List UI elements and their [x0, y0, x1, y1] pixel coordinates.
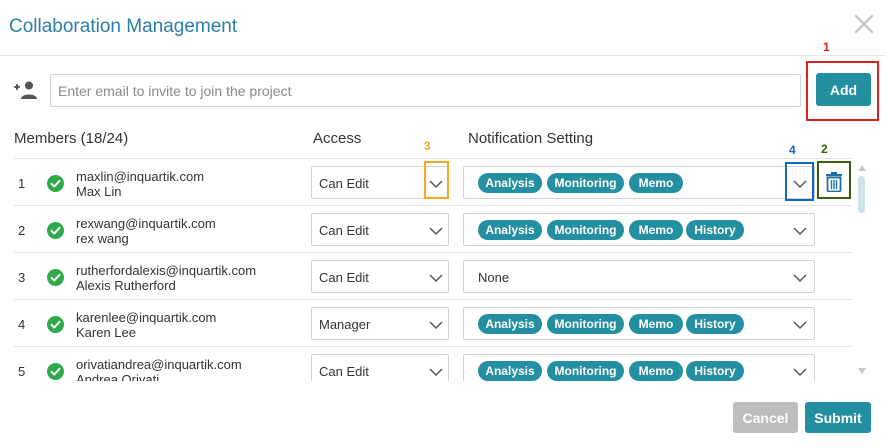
tag-analysis: Analysis — [478, 173, 542, 193]
tag-memo: Memo — [629, 173, 683, 193]
annotation-number-4: 4 — [789, 143, 796, 157]
tag-monitoring: Monitoring — [547, 314, 624, 334]
member-name: Max Lin — [76, 184, 122, 199]
members-column-header: Members (18/24) — [14, 130, 129, 147]
annotation-number-3: 3 — [424, 139, 431, 153]
dialog-header: Collaboration Management — [0, 0, 885, 56]
tag-memo: Memo — [629, 314, 683, 334]
member-email: maxlin@inquartik.com — [76, 169, 205, 184]
tag-analysis: Analysis — [478, 314, 542, 334]
notification-select[interactable]: Analysis Monitoring Memo History — [463, 354, 815, 381]
check-circle-icon — [47, 222, 64, 239]
notification-none-value: None — [478, 270, 510, 285]
chevron-down-icon[interactable] — [429, 226, 443, 236]
member-name: Karen Lee — [76, 325, 136, 340]
member-name: Alexis Rutherford — [76, 278, 176, 293]
notification-select[interactable]: Analysis Monitoring Memo — [463, 166, 815, 199]
cancel-button[interactable]: Cancel — [733, 402, 798, 433]
notification-select[interactable]: None — [463, 260, 815, 293]
chevron-down-icon[interactable] — [793, 226, 807, 236]
tag-monitoring: Monitoring — [547, 173, 624, 193]
notification-select[interactable]: Analysis Monitoring Memo History — [463, 213, 815, 246]
annotation-number-1: 1 — [823, 40, 830, 54]
dialog-title: Collaboration Management — [9, 16, 238, 37]
row-number: 1 — [18, 176, 26, 191]
scroll-up-arrow-icon[interactable] — [858, 165, 866, 171]
member-name: rex wang — [76, 231, 129, 246]
tag-memo: Memo — [629, 220, 683, 240]
tag-history: History — [686, 220, 744, 240]
tag-memo: Memo — [629, 361, 683, 381]
member-list: 1 maxlin@inquartik.com Max Lin Can Edit … — [14, 158, 852, 381]
tag-history: History — [686, 314, 744, 334]
access-value: Manager — [319, 317, 371, 332]
row-number: 5 — [18, 364, 26, 379]
member-email: rutherfordalexis@inquartik.com — [76, 263, 257, 278]
scroll-down-arrow-icon[interactable] — [858, 368, 866, 374]
chevron-down-icon[interactable] — [429, 367, 443, 377]
access-select[interactable]: Can Edit — [311, 354, 449, 381]
access-value: Can Edit — [319, 223, 369, 238]
access-select[interactable]: Can Edit — [311, 260, 449, 293]
member-row: 4 karenlee@inquartik.com Karen Lee Manag… — [14, 299, 852, 346]
chevron-down-icon[interactable] — [793, 320, 807, 330]
chevron-down-icon[interactable] — [429, 320, 443, 330]
annotation-box-4 — [785, 162, 814, 201]
chevron-down-icon[interactable] — [793, 273, 807, 283]
member-row: 5 orivatiandrea@inquartik.com Andrea Ori… — [14, 346, 852, 381]
submit-button[interactable]: Submit — [805, 402, 871, 433]
tag-history: History — [686, 361, 744, 381]
access-value: Can Edit — [319, 364, 369, 379]
check-circle-icon — [47, 175, 64, 192]
tag-monitoring: Monitoring — [547, 220, 624, 240]
access-value: Can Edit — [319, 176, 369, 191]
access-column-header: Access — [313, 130, 362, 147]
member-row: 1 maxlin@inquartik.com Max Lin Can Edit … — [14, 158, 852, 205]
trash-icon[interactable] — [825, 172, 843, 192]
member-name: Andrea Orivati — [76, 372, 160, 381]
row-number: 4 — [18, 317, 26, 332]
tag-analysis: Analysis — [478, 220, 542, 240]
close-icon[interactable] — [851, 11, 877, 37]
person-add-icon — [14, 81, 37, 99]
annotation-box-3 — [424, 161, 449, 199]
access-value: Can Edit — [319, 270, 369, 285]
notification-select[interactable]: Analysis Monitoring Memo History — [463, 307, 815, 340]
add-button[interactable]: Add — [816, 73, 871, 106]
member-email: orivatiandrea@inquartik.com — [76, 357, 242, 372]
member-email: rexwang@inquartik.com — [76, 216, 216, 231]
row-number: 2 — [18, 223, 26, 238]
check-circle-icon — [47, 316, 64, 333]
access-select[interactable]: Can Edit — [311, 213, 449, 246]
annotation-number-2: 2 — [821, 142, 828, 156]
notification-column-header: Notification Setting — [468, 130, 594, 147]
scrollbar-thumb[interactable] — [858, 176, 865, 213]
check-circle-icon — [47, 363, 64, 380]
member-row: 3 rutherfordalexis@inquartik.com Alexis … — [14, 252, 852, 299]
invite-email-input[interactable] — [50, 74, 801, 107]
row-number: 3 — [18, 270, 26, 285]
check-circle-icon — [47, 269, 64, 286]
member-email: karenlee@inquartik.com — [76, 310, 217, 325]
tag-monitoring: Monitoring — [547, 361, 624, 381]
access-select[interactable]: Manager — [311, 307, 449, 340]
tag-analysis: Analysis — [478, 361, 542, 381]
chevron-down-icon[interactable] — [793, 367, 807, 377]
chevron-down-icon[interactable] — [429, 273, 443, 283]
member-row: 2 rexwang@inquartik.com rex wang Can Edi… — [14, 205, 852, 252]
